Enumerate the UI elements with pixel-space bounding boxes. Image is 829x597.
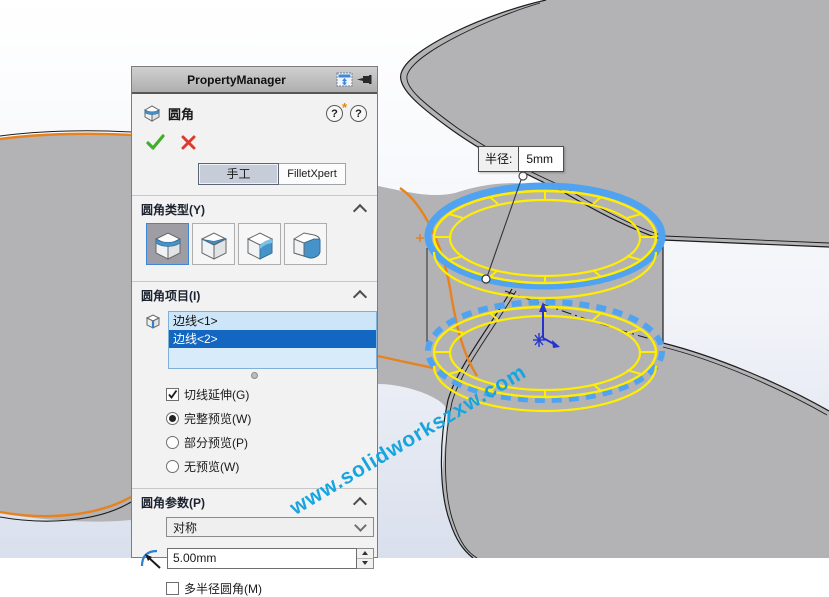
triangle-up-icon [362, 551, 368, 555]
panel-titlebar: PropertyManager [132, 67, 377, 94]
spinner-up-button[interactable] [357, 549, 373, 559]
profile-dropdown-value: 对称 [173, 520, 198, 535]
preview-partial-label: 部分预览(P) [184, 436, 248, 450]
edge-listbox[interactable]: 边线<1> 边线<2> [168, 311, 377, 369]
edge-selection-row: 边线<1> 边线<2> [132, 307, 377, 369]
fillet-type-buttons [132, 221, 377, 271]
section-fillet-items-header[interactable]: 圆角项目(I) [132, 282, 377, 307]
feature-title: 圆角 [168, 106, 195, 122]
listbox-resize-handle[interactable] [251, 372, 258, 379]
preview-partial-row: 部分预览(P) [166, 434, 377, 451]
section-fillet-type-header[interactable]: 圆角类型(Y) [132, 196, 377, 221]
section-fillet-items-label: 圆角项目(I) [141, 289, 201, 303]
list-item-edge1[interactable]: 边线<1> [169, 312, 376, 330]
confirm-row [132, 123, 377, 153]
chevron-up-icon [352, 203, 368, 219]
tab-manual[interactable]: 手工 [198, 163, 279, 185]
preview-full-radio[interactable] [166, 412, 179, 425]
fillet-type-face-button[interactable] [238, 223, 281, 265]
section-fillet-type-label: 圆角类型(Y) [141, 203, 205, 217]
preview-full-row: 完整预览(W) [166, 410, 377, 427]
tab-filletxpert[interactable]: FilletXpert [279, 163, 346, 185]
ok-button[interactable] [146, 134, 165, 150]
list-item-edge2[interactable]: 边线<2> [169, 330, 376, 348]
fillet-type-constant-button[interactable] [146, 223, 189, 265]
edge-selection-icon [145, 314, 161, 329]
tangent-propagation-row: 切线延伸(G) [166, 386, 377, 403]
tangent-propagation-label: 切线延伸(G) [184, 388, 250, 402]
mode-tabs: 手工 FilletXpert [198, 163, 377, 185]
panel-title: PropertyManager [187, 72, 286, 87]
chevron-down-icon [354, 519, 367, 532]
multi-radius-checkbox[interactable] [166, 582, 179, 595]
radius-icon [140, 549, 161, 569]
radius-callout-value[interactable]: 5mm [519, 147, 564, 171]
radius-input[interactable]: 5.00mm [167, 547, 357, 569]
radius-callout[interactable]: 半径: 5mm [478, 146, 565, 172]
fillet-feature-icon [143, 105, 161, 122]
help-icon[interactable]: ? [350, 104, 367, 122]
pin-icon[interactable] [356, 72, 373, 87]
fillet-type-full-round-button[interactable] [284, 223, 327, 265]
radius-spinner [357, 547, 374, 569]
viewport-3d[interactable] [0, 0, 829, 558]
cancel-button[interactable] [181, 135, 196, 150]
chevron-up-icon [352, 289, 368, 305]
fillet-type-variable-button[interactable] [192, 223, 235, 265]
whats-new-help-icon[interactable]: ? * [326, 100, 347, 122]
auto-show-icon[interactable] [336, 72, 353, 87]
preview-full-label: 完整预览(W) [184, 412, 252, 426]
spinner-down-button[interactable] [357, 559, 373, 568]
multi-radius-row: 多半径圆角(M) [166, 580, 377, 597]
triangle-down-icon [362, 561, 368, 565]
profile-dropdown[interactable]: 对称 [166, 517, 374, 537]
preview-none-label: 无预览(W) [184, 460, 240, 474]
tangent-propagation-checkbox[interactable] [166, 388, 179, 401]
multi-radius-label: 多半径圆角(M) [184, 582, 262, 596]
feature-header-row: 圆角 ? * ? [132, 94, 377, 123]
radius-callout-label: 半径: [479, 147, 520, 171]
preview-none-radio[interactable] [166, 460, 179, 473]
preview-partial-radio[interactable] [166, 436, 179, 449]
chevron-up-icon [352, 496, 368, 512]
new-star-icon: * [341, 99, 347, 115]
radius-row: 5.00mm [140, 546, 377, 570]
